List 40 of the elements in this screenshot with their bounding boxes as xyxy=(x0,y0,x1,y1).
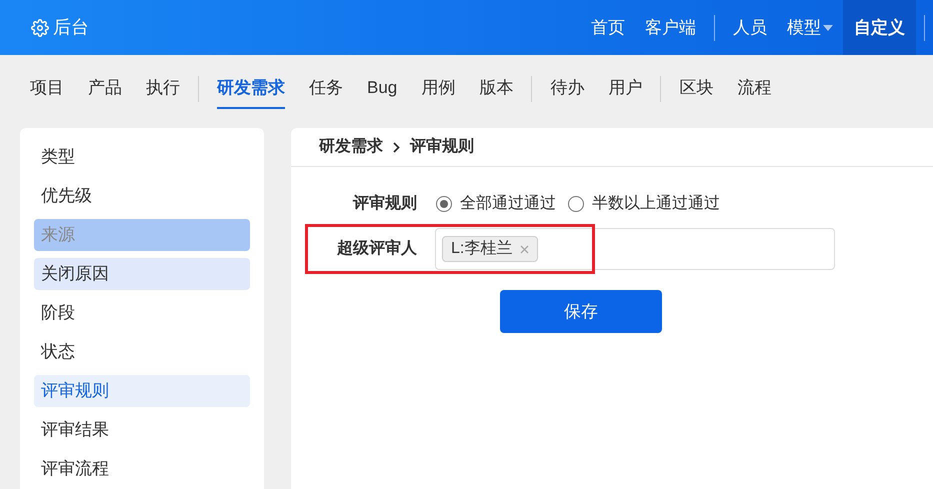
nav-link[interactable]: 人员 xyxy=(723,0,777,55)
sidebar-item[interactable]: 评审流程 xyxy=(34,453,250,485)
nav-link[interactable]: 客户端 xyxy=(635,0,706,55)
sidebar-item[interactable]: 评审规则 xyxy=(34,375,250,407)
tab[interactable]: 用例 xyxy=(421,69,456,109)
tab[interactable]: 项目 xyxy=(30,69,64,109)
sidebar-item[interactable]: 关闭原因 xyxy=(34,258,250,290)
reviewer-field[interactable]: L:李桂兰 xyxy=(435,228,835,270)
tab[interactable]: 产品 xyxy=(88,69,122,109)
radio-button[interactable] xyxy=(568,196,584,212)
field-label: 超级评审人 xyxy=(336,238,417,259)
tab[interactable]: 执行 xyxy=(146,69,180,109)
tab[interactable]: 研发需求 xyxy=(217,69,285,109)
caret-icon xyxy=(823,24,833,30)
sidebar-item[interactable]: 类型 xyxy=(34,141,250,173)
tab[interactable]: 版本 xyxy=(479,69,514,109)
sidebar-item[interactable]: 评审结果 xyxy=(34,414,250,446)
sidebar-item[interactable]: 状态 xyxy=(34,336,250,368)
field-label: 评审规则 xyxy=(352,193,417,214)
tab[interactable]: Bug xyxy=(367,69,398,109)
tab[interactable]: 任务 xyxy=(309,69,343,109)
radio-button[interactable] xyxy=(436,196,452,212)
settings-icon xyxy=(31,18,49,36)
nav-link[interactable]: 自定义 xyxy=(843,0,916,55)
tab[interactable]: 流程 xyxy=(737,69,772,109)
tab[interactable]: 区块 xyxy=(679,69,714,109)
radio-option[interactable]: 半数以上通过通过 xyxy=(568,192,720,216)
sidebar-item[interactable]: 阶段 xyxy=(34,297,250,329)
save-button[interactable]: 保存 xyxy=(500,290,662,333)
brand-title[interactable]: 后台 xyxy=(53,14,89,41)
breadcrumb-link[interactable]: 研发需求 xyxy=(319,135,383,159)
radio-option[interactable]: 全部通过通过 xyxy=(436,192,556,216)
tab[interactable]: 待办 xyxy=(550,69,584,109)
nav-link[interactable]: 首页 xyxy=(581,0,635,55)
tab[interactable]: 用户 xyxy=(608,69,642,109)
chevron-right-icon xyxy=(393,142,400,152)
sidebar-item[interactable]: 优先级 xyxy=(34,180,250,212)
breadcrumb-link[interactable]: 评审规则 xyxy=(410,135,474,159)
reviewer-tag: L:李桂兰 xyxy=(442,236,538,262)
nav-link[interactable]: 模型 xyxy=(777,0,843,55)
